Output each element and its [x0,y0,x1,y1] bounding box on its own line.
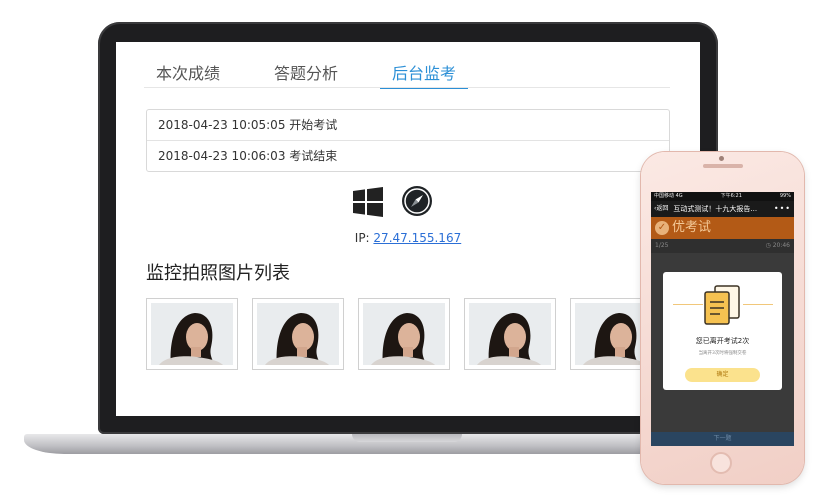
dialog-decor-line [673,304,703,305]
dialog-title: 您已离开考试2次 [695,337,750,345]
exam-log: 2018-04-23 10:05:05 开始考试 2018-04-23 10:0… [146,109,670,172]
clock-label: 下午6:21 [720,193,742,199]
ip-address-link[interactable]: 27.47.155.167 [373,231,461,245]
laptop-screen: 本次成绩 答题分析 后台监考 2018-04-23 10:05:05 开始考试 … [116,42,700,416]
photo-thumbnail-1[interactable] [146,298,238,370]
question-progress: 1/25 [655,242,669,249]
photo-list [146,298,676,370]
ip-label: IP: [354,231,374,245]
check-icon: ✓ [655,221,669,235]
timer: ◷ 20:46 [766,239,790,253]
face-photo-icon [257,303,339,365]
tab-divider [144,87,670,88]
tab-bar: 本次成绩 答题分析 后台监考 [144,56,498,89]
app-header: ✓ 优考试 [651,217,794,239]
photo-thumbnail-3[interactable] [358,298,450,370]
back-label: 返回 [656,205,669,212]
tab-analysis[interactable]: 答题分析 [262,56,350,87]
photo-thumbnail-4[interactable] [464,298,556,370]
tab-score[interactable]: 本次成绩 [144,56,232,87]
phone-screen: 中国移动 4G 下午6:21 99% ‹返回 互动式测试！十九大报告... ••… [651,192,794,446]
phone-frame: 中国移动 4G 下午6:21 99% ‹返回 互动式测试！十九大报告... ••… [641,152,804,484]
laptop-notch [352,434,462,442]
dialog-decor-line [743,304,773,305]
home-button[interactable] [710,452,732,474]
carrier-label: 中国移动 4G [654,193,683,199]
document-icon [704,285,740,325]
face-photo-icon [469,303,551,365]
nav-title: 互动式测试！十九大报告... [673,205,758,213]
face-photo-icon [151,303,233,365]
nav-bar: ‹返回 互动式测试！十九大报告... ••• [651,201,794,217]
photo-list-title: 监控拍照图片列表 [146,263,290,284]
clock-icon: ◷ [765,242,773,249]
tab-proctoring[interactable]: 后台监考 [380,56,469,89]
windows-icon [353,187,383,217]
phone-camera [719,156,724,161]
log-entry-start: 2018-04-23 10:05:05 开始考试 [158,118,338,132]
timer-value: 20:46 [772,242,790,249]
exam-info-row: 1/25 ◷ 20:46 [651,239,794,253]
next-question-button[interactable]: 下一题 [651,432,794,446]
ip-address-line: IP: 27.47.155.167 [116,231,700,245]
leave-warning-dialog: 您已离开考试2次 当离开3次时将强制交卷 确定 [663,272,782,390]
log-entry-end: 2018-04-23 10:06:03 考试结束 [147,140,669,171]
app-title: 优考试 [672,220,712,235]
phone-speaker [703,164,743,168]
dialog-subtitle: 当离开3次时将强制交卷 [698,351,747,356]
more-icon[interactable]: ••• [774,201,791,217]
safari-compass-icon [402,186,432,216]
confirm-button[interactable]: 确定 [685,368,760,382]
back-button[interactable]: ‹返回 [654,201,668,217]
photo-thumbnail-2[interactable] [252,298,344,370]
battery-label: 99% [779,193,791,199]
face-photo-icon [363,303,445,365]
status-bar: 中国移动 4G 下午6:21 99% [651,192,794,201]
